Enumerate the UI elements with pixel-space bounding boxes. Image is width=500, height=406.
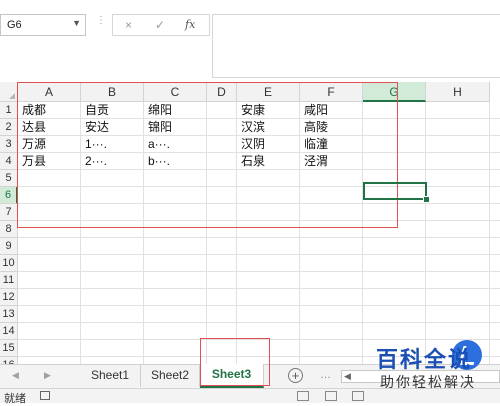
cell-a3[interactable]: 万源 — [18, 136, 81, 153]
page-break-icon[interactable] — [352, 391, 364, 401]
row-gridline — [18, 237, 500, 238]
column-gridline — [425, 102, 426, 364]
add-sheet-button[interactable]: + — [288, 368, 303, 383]
confirm-icon[interactable]: ✓ — [155, 18, 165, 32]
cell-c3[interactable]: a···. — [144, 136, 207, 153]
chevron-down-icon[interactable]: ▼ — [72, 18, 81, 28]
spreadsheet-window: G6 ▼ ⋮ × ✓ fx A B C D E F G H 1 2 3 4 5 6 7 8 9 10 11 12 13 1… — [0, 0, 500, 405]
row-header-14[interactable]: 14 — [0, 323, 18, 340]
row-gridline — [18, 322, 500, 323]
column-header-h[interactable]: H — [426, 82, 490, 102]
cell-e1[interactable]: 安康 — [237, 102, 300, 119]
row-header-8[interactable]: 8 — [0, 221, 18, 238]
macro-record-icon[interactable] — [40, 391, 50, 400]
fill-handle[interactable] — [423, 196, 430, 203]
row-header-11[interactable]: 11 — [0, 272, 18, 289]
status-ready: 就绪 — [4, 393, 26, 405]
cell-c1[interactable]: 绵阳 — [144, 102, 207, 119]
watermark-title: 百科全说 — [376, 348, 473, 373]
row-header-1[interactable]: 1 — [0, 102, 18, 119]
select-all-button[interactable] — [0, 82, 18, 102]
sheet-tab-sheet1[interactable]: Sheet1 — [80, 365, 141, 387]
row-header-16[interactable]: 16 — [0, 357, 18, 364]
cell-c4[interactable]: b···. — [144, 153, 207, 170]
cell-e2[interactable]: 汉滨 — [237, 119, 300, 136]
cell-c2[interactable]: 锦阳 — [144, 119, 207, 136]
row-gridline — [18, 186, 500, 187]
row-header-2[interactable]: 2 — [0, 119, 18, 136]
column-gridline — [489, 102, 490, 364]
formula-input[interactable] — [212, 14, 500, 78]
watermark-subtitle: 助你轻松解决 — [380, 375, 476, 391]
row-gridline — [18, 220, 500, 221]
row-header-13[interactable]: 13 — [0, 306, 18, 323]
normal-view-icon[interactable] — [297, 391, 309, 401]
page-layout-icon[interactable] — [325, 391, 337, 401]
cell-b4[interactable]: 2···. — [81, 153, 144, 170]
row-gridline — [18, 254, 500, 255]
row-gridline — [18, 271, 500, 272]
row-header-9[interactable]: 9 — [0, 238, 18, 255]
row-header-7[interactable]: 7 — [0, 204, 18, 221]
cell-f3[interactable]: 临潼 — [300, 136, 363, 153]
name-box[interactable]: G6 ▼ — [0, 14, 86, 36]
more-options-icon[interactable]: … — [320, 369, 331, 381]
row-gridline — [18, 288, 500, 289]
row-gridline — [18, 339, 500, 340]
cancel-icon[interactable]: × — [125, 18, 132, 32]
active-cell-cursor[interactable] — [363, 182, 427, 200]
column-header-e[interactable]: E — [237, 82, 300, 102]
row-header-12[interactable]: 12 — [0, 289, 18, 306]
cell-b1[interactable]: 自贡 — [81, 102, 144, 119]
sheet-tab-sheet3[interactable]: Sheet3 — [200, 364, 264, 388]
scroll-left-icon[interactable]: ◀ — [344, 371, 351, 382]
row-header-10[interactable]: 10 — [0, 255, 18, 272]
column-header-c[interactable]: C — [144, 82, 207, 102]
row-header-5[interactable]: 5 — [0, 170, 18, 187]
tab-prev-icon[interactable]: ◀ — [12, 370, 19, 381]
name-box-value: G6 — [7, 19, 22, 31]
column-header-f[interactable]: F — [300, 82, 363, 102]
cell-grid[interactable]: ABCDEFGH12345678910111213141516成都自贡绵阳安康咸… — [0, 82, 500, 364]
select-all-icon — [9, 93, 15, 99]
tab-next-icon[interactable]: ▶ — [44, 370, 51, 381]
cell-f2[interactable]: 高陵 — [300, 119, 363, 136]
row-header-15[interactable]: 15 — [0, 340, 18, 357]
column-header-a[interactable]: A — [18, 82, 81, 102]
insert-function-icon[interactable]: fx — [185, 18, 195, 31]
column-header-b[interactable]: B — [81, 82, 144, 102]
cell-a4[interactable]: 万县 — [18, 153, 81, 170]
formula-bar: G6 ▼ ⋮ × ✓ fx — [0, 0, 500, 82]
cell-a2[interactable]: 达县 — [18, 119, 81, 136]
row-header-3[interactable]: 3 — [0, 136, 18, 153]
sheet-tab-sheet2[interactable]: Sheet2 — [141, 365, 200, 387]
row-gridline — [18, 203, 500, 204]
row-header-4[interactable]: 4 — [0, 153, 18, 170]
row-header-6[interactable]: 6 — [0, 187, 18, 204]
column-header-g[interactable]: G — [363, 82, 426, 102]
cell-b3[interactable]: 1···. — [81, 136, 144, 153]
column-header-d[interactable]: D — [207, 82, 237, 102]
cell-f1[interactable]: 咸阳 — [300, 102, 363, 119]
cell-f4[interactable]: 泾渭 — [300, 153, 363, 170]
drag-handle-icon[interactable]: ⋮ — [96, 16, 106, 33]
formula-actions: × ✓ fx — [112, 14, 210, 36]
cell-b2[interactable]: 安达 — [81, 119, 144, 136]
cell-e4[interactable]: 石泉 — [237, 153, 300, 170]
row-gridline — [18, 305, 500, 306]
cell-a1[interactable]: 成都 — [18, 102, 81, 119]
cell-e3[interactable]: 汉阴 — [237, 136, 300, 153]
